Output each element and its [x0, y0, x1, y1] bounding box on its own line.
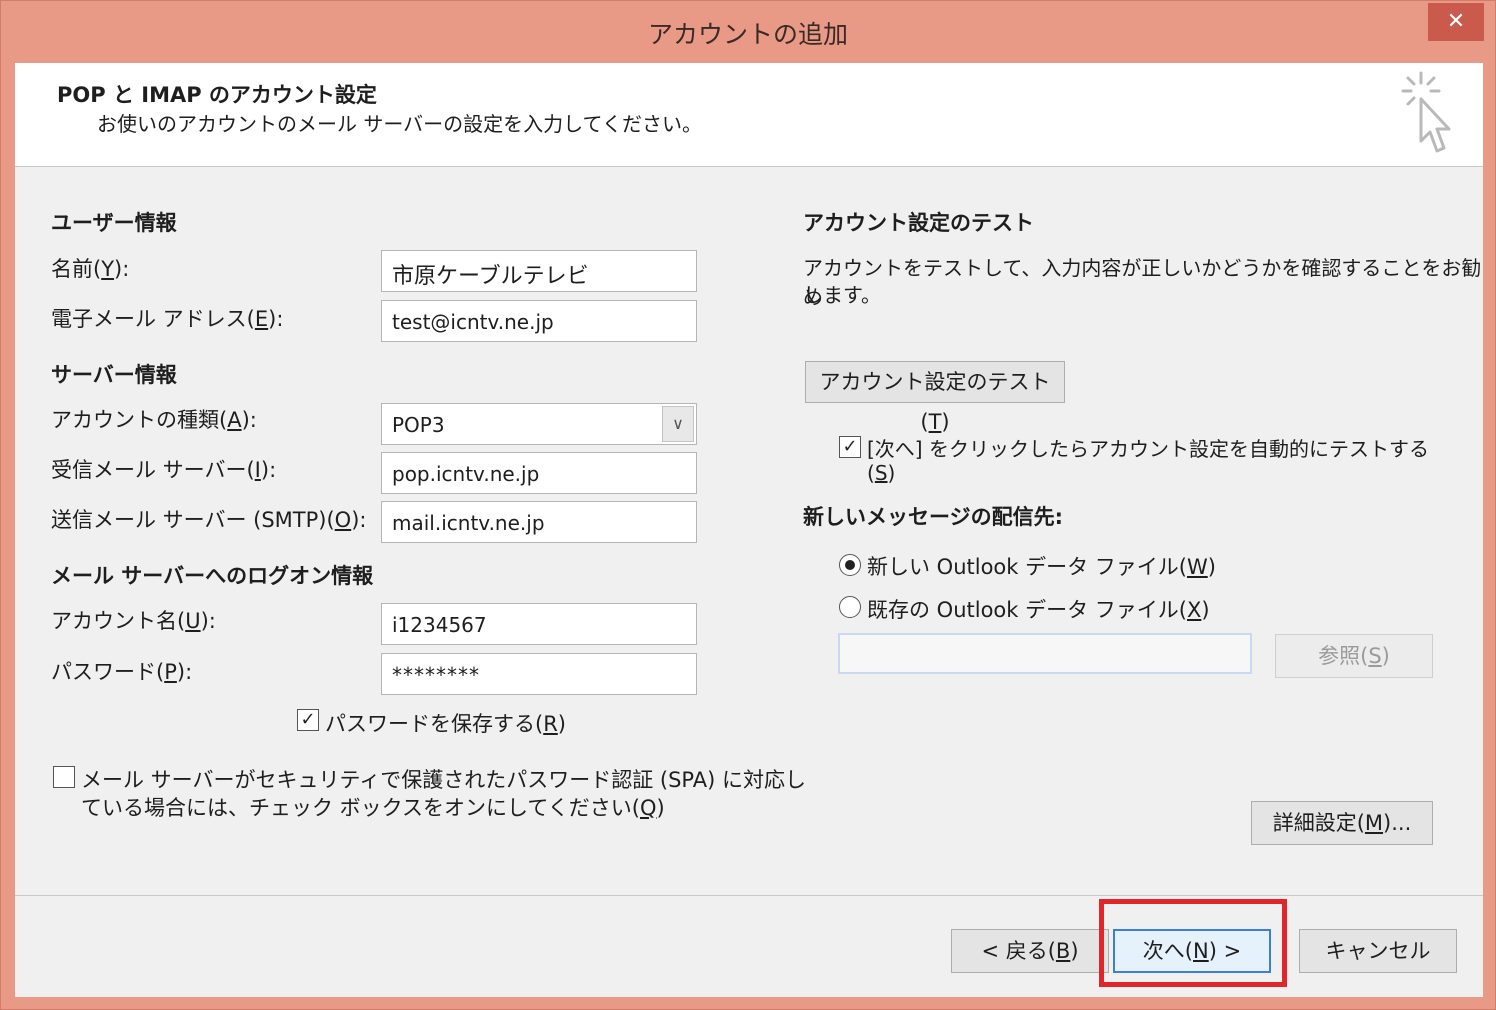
logon-info-heading: メール サーバーへのログオン情報 [51, 564, 374, 588]
chevron-down-icon[interactable]: ∨ [662, 406, 694, 442]
password-input[interactable]: ******** [381, 653, 697, 695]
email-input[interactable]: test@icntv.ne.jp [381, 300, 697, 342]
existing-data-file-radio[interactable] [839, 596, 861, 618]
close-button[interactable]: ✕ [1428, 3, 1484, 41]
account-name-label: アカウント名(U): [51, 609, 216, 633]
existing-file-path-input[interactable] [838, 633, 1252, 674]
cancel-button[interactable]: キャンセル [1299, 929, 1457, 973]
account-type-value: POP3 [392, 413, 445, 437]
user-info-heading: ユーザー情報 [51, 211, 177, 235]
outgoing-server-label: 送信メール サーバー (SMTP)(O): [51, 508, 367, 532]
title-bar: アカウントの追加 ✕ [1, 1, 1495, 63]
back-button[interactable]: < 戻る(B) [951, 929, 1109, 973]
spa-label-line2[interactable]: ている場合には、チェック ボックスをオンにしてください(Q) [81, 792, 665, 822]
incoming-server-label: 受信メール サーバー(I): [51, 458, 277, 482]
account-name-input[interactable]: i1234567 [381, 603, 697, 645]
server-info-heading: サーバー情報 [51, 363, 177, 387]
new-data-file-label[interactable]: 新しい Outlook データ ファイル(W) [867, 551, 1216, 581]
header-title: POP と IMAP のアカウント設定 [57, 83, 377, 107]
footer-divider [15, 895, 1483, 896]
incoming-server-input[interactable]: pop.icntv.ne.jp [381, 452, 697, 494]
outgoing-server-input[interactable]: mail.icntv.ne.jp [381, 501, 697, 543]
auto-test-label-line1[interactable]: [次へ] をクリックしたらアカウント設定を自動的にテストする [867, 433, 1429, 462]
save-password-label[interactable]: パスワードを保存する(R) [325, 708, 566, 738]
advanced-settings-button[interactable]: 詳細設定(M)... [1251, 801, 1433, 845]
test-desc-line2: します。 [803, 283, 881, 307]
spa-checkbox[interactable] [53, 766, 75, 788]
account-type-label: アカウントの種類(A): [51, 408, 257, 432]
wizard-cursor-icon [1401, 71, 1451, 153]
test-desc-line1: アカウントをテストして、入力内容が正しいかどうかを確認することをお勧め [803, 256, 1482, 309]
browse-button[interactable]: 参照(S) [1275, 634, 1433, 678]
spa-label-line1[interactable]: メール サーバーがセキュリティで保護されたパスワード認証 (SPA) に対応し [81, 764, 806, 794]
name-input[interactable]: 市原ケーブルテレビ [381, 250, 697, 292]
next-button-highlight [1099, 899, 1287, 987]
test-account-button[interactable]: アカウント設定のテスト(T) [805, 361, 1065, 434]
auto-test-label-line2[interactable]: (S) [867, 461, 895, 485]
name-label: 名前(Y): [51, 257, 130, 281]
close-icon: ✕ [1446, 9, 1466, 34]
delivery-heading: 新しいメッセージの配信先: [803, 505, 1063, 529]
test-section-heading: アカウント設定のテスト [803, 211, 1034, 235]
email-label: 電子メール アドレス(E): [51, 307, 284, 331]
window-title: アカウントの追加 [647, 20, 848, 49]
header-subtitle: お使いのアカウントのメール サーバーの設定を入力してください。 [97, 112, 702, 136]
password-label: パスワード(P): [51, 660, 193, 684]
account-type-select[interactable]: POP3 ∨ [381, 403, 697, 445]
account-add-window: アカウントの追加 ✕ POP と IMAP のアカウント設定 お使いのアカウント… [0, 0, 1496, 1010]
dialog-header: POP と IMAP のアカウント設定 お使いのアカウントのメール サーバーの設… [15, 63, 1483, 167]
existing-data-file-label[interactable]: 既存の Outlook データ ファイル(X) [867, 594, 1210, 624]
dialog-body: POP と IMAP のアカウント設定 お使いのアカウントのメール サーバーの設… [15, 63, 1483, 997]
new-data-file-radio[interactable] [839, 554, 861, 576]
auto-test-checkbox[interactable]: ✓ [839, 436, 861, 458]
save-password-checkbox[interactable]: ✓ [297, 709, 319, 731]
